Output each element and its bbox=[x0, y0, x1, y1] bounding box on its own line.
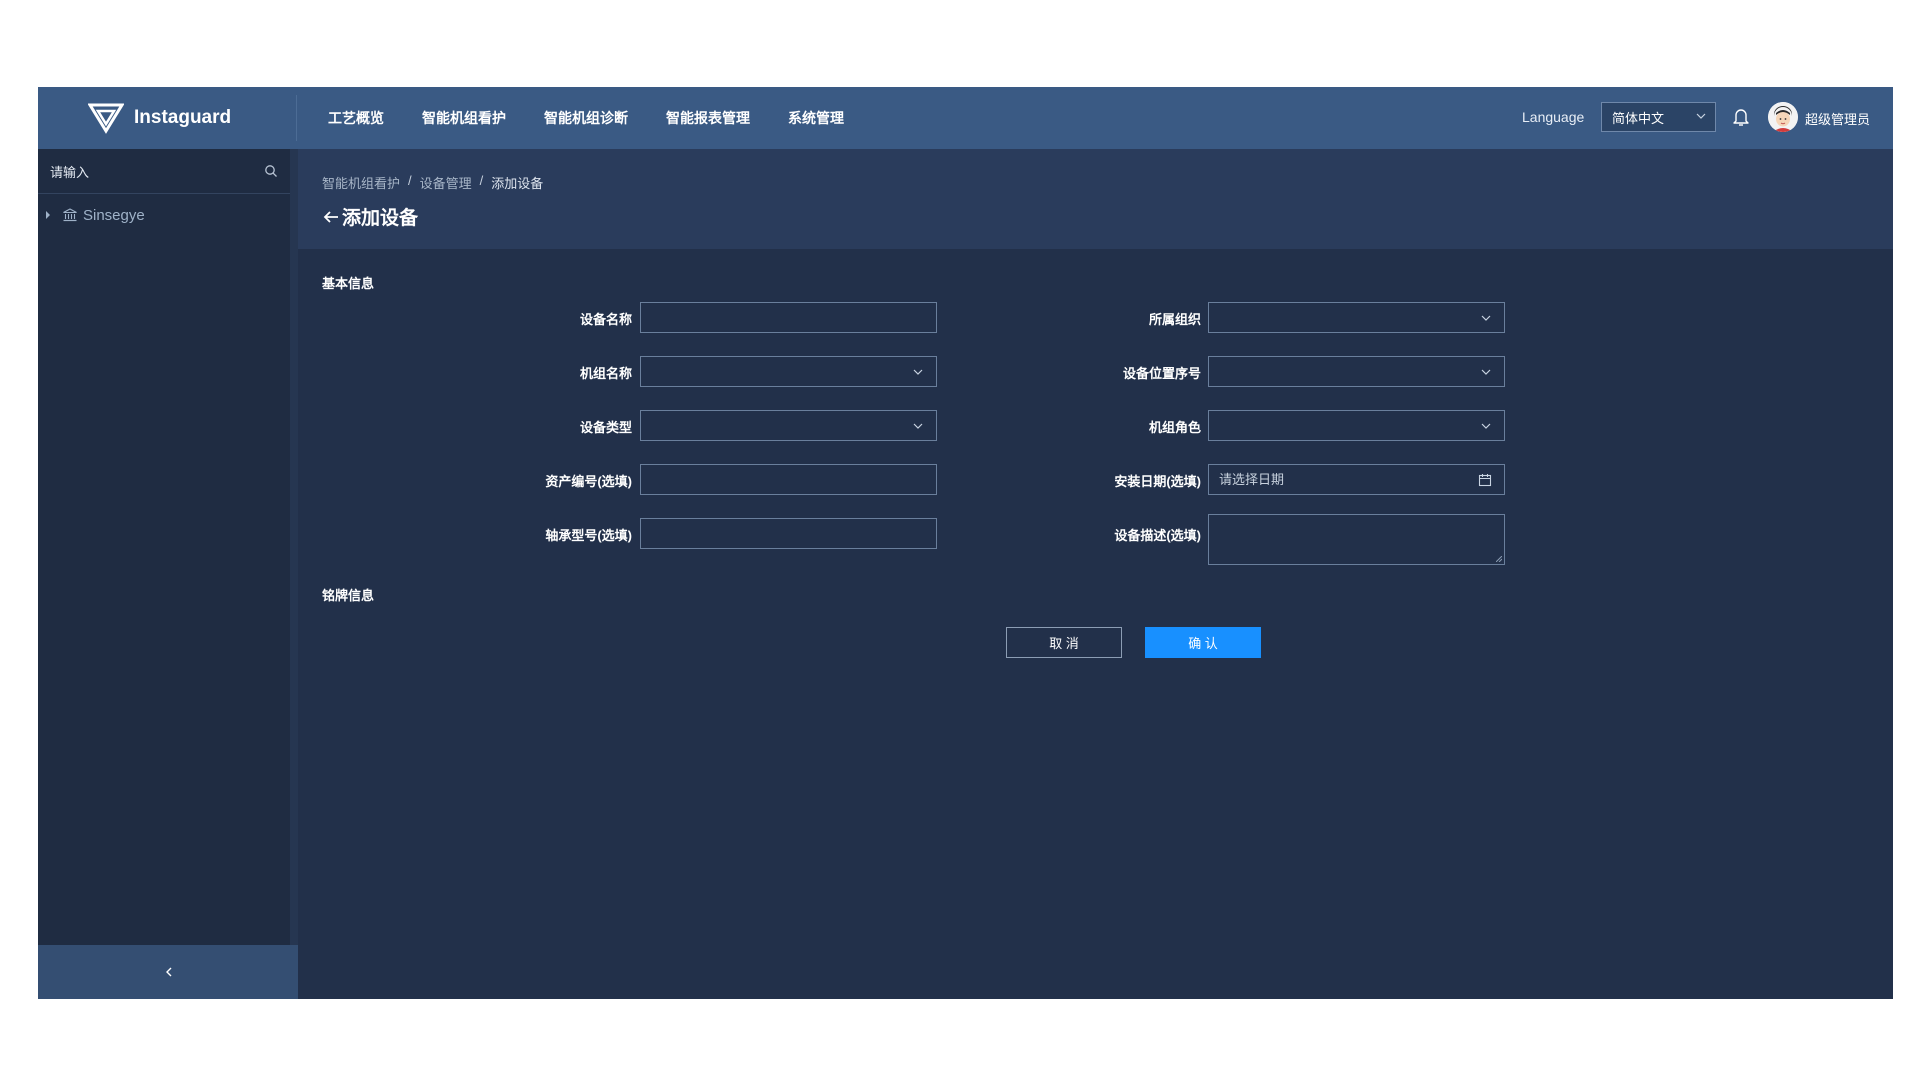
divider bbox=[296, 95, 297, 141]
bearing-model-input[interactable] bbox=[641, 519, 936, 548]
breadcrumb-separator: / bbox=[479, 173, 484, 188]
device-name-field[interactable] bbox=[640, 302, 937, 333]
sidebar-search-input[interactable] bbox=[48, 159, 252, 185]
nav-item-system-management[interactable]: 系统管理 bbox=[788, 108, 844, 128]
language-label: Language bbox=[1522, 109, 1585, 125]
section-nameplate-info: 铭牌信息 bbox=[322, 588, 375, 603]
org-label: 所属组织 bbox=[1148, 312, 1201, 327]
bell-icon[interactable] bbox=[1732, 107, 1750, 127]
chevron-down-icon bbox=[1481, 369, 1491, 375]
tree-node-label: Sinsegye bbox=[83, 206, 145, 224]
resize-grip-icon[interactable] bbox=[1496, 556, 1502, 562]
page-header: 智能机组看护 / 设备管理 / 添加设备 添加设备 bbox=[298, 149, 1893, 249]
asset-no-input[interactable] bbox=[641, 465, 936, 494]
breadcrumb: 智能机组看护 / 设备管理 / 添加设备 bbox=[322, 173, 543, 192]
chevron-down-icon bbox=[1481, 315, 1491, 321]
breadcrumb-separator: / bbox=[408, 173, 412, 188]
asset-no-field[interactable] bbox=[640, 464, 937, 495]
avatar-image bbox=[1768, 102, 1798, 132]
nav-item-unit-diagnosis[interactable]: 智能机组诊断 bbox=[544, 108, 628, 128]
chevron-down-icon bbox=[913, 423, 923, 429]
unit-role-label: 机组角色 bbox=[1148, 420, 1201, 435]
device-name-label: 设备名称 bbox=[579, 312, 632, 327]
install-date-input[interactable] bbox=[1209, 465, 1504, 494]
breadcrumb-item[interactable]: 设备管理 bbox=[420, 173, 472, 192]
org-select[interactable] bbox=[1208, 302, 1505, 333]
user-name[interactable]: 超级管理员 bbox=[1805, 109, 1870, 128]
install-date-picker[interactable] bbox=[1208, 464, 1505, 495]
sidebar-divider bbox=[290, 149, 298, 945]
sidebar: Sinsegye bbox=[38, 149, 298, 999]
logo-icon bbox=[88, 103, 124, 134]
nav-item-unit-monitoring[interactable]: 智能机组看护 bbox=[422, 108, 506, 128]
bearing-model-field[interactable] bbox=[640, 518, 937, 549]
back-arrow-icon[interactable] bbox=[322, 208, 340, 226]
install-date-label: 安装日期(选填) bbox=[1114, 474, 1201, 489]
confirm-button[interactable]: 确 认 bbox=[1145, 627, 1261, 658]
unit-name-select[interactable] bbox=[640, 356, 937, 387]
main-nav: 工艺概览 智能机组看护 智能机组诊断 智能报表管理 系统管理 bbox=[328, 87, 882, 149]
position-no-label: 设备位置序号 bbox=[1122, 366, 1201, 381]
caret-right-icon[interactable] bbox=[46, 211, 50, 219]
main-content: 智能机组看护 / 设备管理 / 添加设备 添加设备 基本信息 设备名称 所属组织… bbox=[298, 149, 1893, 999]
device-name-input[interactable] bbox=[641, 303, 936, 332]
chevron-down-icon bbox=[1696, 113, 1706, 119]
chevron-down-icon bbox=[1481, 423, 1491, 429]
section-basic-info: 基本信息 bbox=[322, 276, 375, 291]
page-title-text: 添加设备 bbox=[342, 208, 419, 229]
nav-item-report-management[interactable]: 智能报表管理 bbox=[666, 108, 750, 128]
device-type-label: 设备类型 bbox=[579, 420, 632, 435]
chevron-down-icon bbox=[913, 369, 923, 375]
cancel-button[interactable]: 取 消 bbox=[1006, 627, 1122, 658]
nav-item-process-overview[interactable]: 工艺概览 bbox=[328, 108, 384, 128]
avatar[interactable] bbox=[1768, 102, 1798, 132]
calendar-icon bbox=[1478, 474, 1492, 487]
unit-name-label: 机组名称 bbox=[579, 366, 632, 381]
sidebar-collapse-bar[interactable] bbox=[38, 945, 298, 999]
sidebar-search bbox=[38, 149, 290, 194]
search-icon[interactable] bbox=[264, 164, 278, 178]
asset-no-label: 资产编号(选填) bbox=[545, 474, 632, 489]
language-value: 简体中文 bbox=[1612, 110, 1665, 126]
language-select[interactable]: 简体中文 bbox=[1601, 102, 1716, 132]
breadcrumb-item[interactable]: 智能机组看护 bbox=[322, 173, 400, 192]
top-bar: Instaguard 工艺概览 智能机组看护 智能机组诊断 智能报表管理 系统管… bbox=[38, 87, 1893, 149]
brand-name: Instaguard bbox=[134, 107, 232, 128]
breadcrumb-item-current: 添加设备 bbox=[491, 176, 544, 191]
device-type-select[interactable] bbox=[640, 410, 937, 441]
app-window: Instaguard 工艺概览 智能机组看护 智能机组诊断 智能报表管理 系统管… bbox=[38, 87, 1893, 999]
bearing-model-label: 轴承型号(选填) bbox=[545, 528, 632, 543]
description-label: 设备描述(选填) bbox=[1114, 528, 1201, 543]
bank-icon bbox=[63, 208, 77, 222]
page-title: 添加设备 bbox=[322, 203, 418, 230]
unit-role-select[interactable] bbox=[1208, 410, 1505, 441]
description-field[interactable] bbox=[1208, 514, 1505, 565]
brand-logo[interactable]: Instaguard bbox=[88, 103, 232, 134]
position-no-select[interactable] bbox=[1208, 356, 1505, 387]
collapse-left-icon[interactable] bbox=[162, 965, 176, 979]
tree-node-sinsegye[interactable]: Sinsegye bbox=[46, 203, 145, 227]
description-textarea[interactable] bbox=[1209, 515, 1504, 564]
